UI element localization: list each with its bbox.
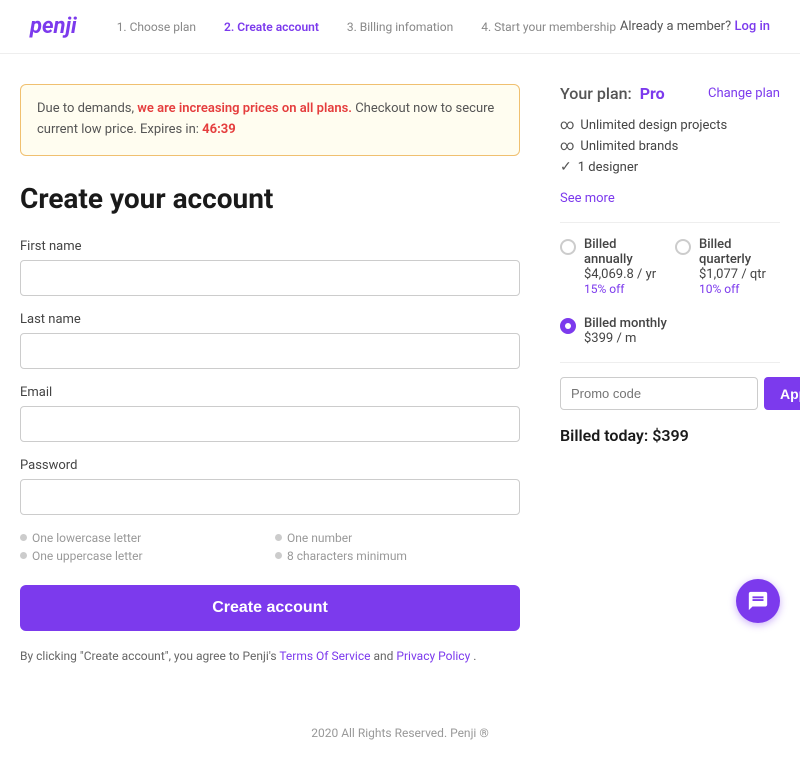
apply-button[interactable]: Apply xyxy=(764,377,800,410)
divider-2 xyxy=(560,362,780,363)
right-panel: Your plan: Pro Change plan ∞ Unlimited d… xyxy=(560,84,780,666)
plan-label: Your plan: xyxy=(560,84,632,103)
chat-icon xyxy=(747,590,769,612)
billing-quarterly-option[interactable]: Billed quarterly $1,077 / qtr 10% off xyxy=(675,237,780,296)
billing-quarterly-inner: Billed quarterly $1,077 / qtr 10% off xyxy=(699,237,780,296)
infinity-icon-1: ∞ xyxy=(560,117,574,133)
billing-annual-label: Billed annually xyxy=(584,237,665,267)
email-group: Email xyxy=(20,385,520,442)
radio-annual[interactable] xyxy=(560,239,576,255)
infinity-icon-2: ∞ xyxy=(560,138,574,154)
see-more-link[interactable]: See more xyxy=(560,191,780,206)
terms-link[interactable]: Terms Of Service xyxy=(279,649,370,663)
password-group: Password xyxy=(20,458,520,515)
hint-dot-1 xyxy=(20,534,27,541)
notice-expires: Expires in: xyxy=(140,122,199,137)
chat-bubble[interactable] xyxy=(736,579,780,623)
step-4: 4. Start your membership xyxy=(481,20,616,34)
hint-2: One number xyxy=(275,531,520,545)
first-name-group: First name xyxy=(20,239,520,296)
plan-features: ∞ Unlimited design projects ∞ Unlimited … xyxy=(560,117,780,175)
already-member: Already a member? Log in xyxy=(620,19,770,34)
billing-quarterly-label: Billed quarterly xyxy=(699,237,780,267)
plan-header: Your plan: Pro Change plan xyxy=(560,84,780,103)
notice-timer: 46:39 xyxy=(202,122,236,137)
billing-quarterly-price: $1,077 / qtr xyxy=(699,267,780,282)
hint-4: 8 characters minimum xyxy=(275,549,520,563)
hint-dot-3 xyxy=(20,552,27,559)
billing-annual-discount: 15% off xyxy=(584,282,665,296)
billing-monthly-inner: Billed monthly $399 / m xyxy=(584,316,667,346)
footer-text: 2020 All Rights Reserved. Penji ® xyxy=(0,696,800,760)
billed-today: Billed today: $399 xyxy=(560,426,780,445)
password-hints: One lowercase letter One number One uppe… xyxy=(20,531,520,563)
divider-1 xyxy=(560,222,780,223)
log-in-link[interactable]: Log in xyxy=(734,19,770,34)
header: penji 1. Choose plan 2. Create account 3… xyxy=(0,0,800,54)
step-3: 3. Billing infomation xyxy=(347,20,453,34)
radio-monthly[interactable] xyxy=(560,318,576,334)
billing-monthly-label: Billed monthly xyxy=(584,316,667,331)
create-account-button[interactable]: Create account xyxy=(20,585,520,631)
password-label: Password xyxy=(20,458,520,473)
logo: penji xyxy=(30,14,77,39)
hint-dot-4 xyxy=(275,552,282,559)
first-name-input[interactable] xyxy=(20,260,520,296)
check-icon: ✓ xyxy=(560,159,572,175)
feature-2: ∞ Unlimited brands xyxy=(560,138,780,154)
radio-quarterly[interactable] xyxy=(675,239,691,255)
email-label: Email xyxy=(20,385,520,400)
left-panel: Due to demands, we are increasing prices… xyxy=(20,84,520,666)
billing-quarterly[interactable]: Billed quarterly $1,077 / qtr 10% off xyxy=(675,237,780,296)
billing-quarterly-discount: 10% off xyxy=(699,282,780,296)
billing-annual-inner: Billed annually $4,069.8 / yr 15% off xyxy=(584,237,665,296)
step-1: 1. Choose plan xyxy=(117,20,196,34)
password-input[interactable] xyxy=(20,479,520,515)
notice-box: Due to demands, we are increasing prices… xyxy=(20,84,520,156)
footer: 2020 All Rights Reserved. Penji ® xyxy=(0,696,800,760)
email-input[interactable] xyxy=(20,406,520,442)
hint-3: One uppercase letter xyxy=(20,549,265,563)
billing-options: Billed annually $4,069.8 / yr 15% off Bi… xyxy=(560,237,780,346)
first-name-label: First name xyxy=(20,239,520,254)
last-name-label: Last name xyxy=(20,312,520,327)
billing-monthly-option[interactable]: Billed monthly $399 / m xyxy=(560,316,780,346)
billing-annual-option[interactable]: Billed annually $4,069.8 / yr 15% off xyxy=(560,237,665,296)
last-name-group: Last name xyxy=(20,312,520,369)
terms-text: By clicking "Create account", you agree … xyxy=(20,647,520,666)
hint-dot-2 xyxy=(275,534,282,541)
billing-top-row: Billed annually $4,069.8 / yr 15% off Bi… xyxy=(560,237,780,296)
billing-annual[interactable]: Billed annually $4,069.8 / yr 15% off xyxy=(560,237,665,296)
steps-nav: 1. Choose plan 2. Create account 3. Bill… xyxy=(117,20,620,34)
promo-row: Apply xyxy=(560,377,780,410)
notice-highlight: we are increasing prices on all plans. xyxy=(137,101,352,116)
step-2: 2. Create account xyxy=(224,20,319,34)
hint-1: One lowercase letter xyxy=(20,531,265,545)
form-title: Create your account xyxy=(20,182,520,215)
billing-monthly-price: $399 / m xyxy=(584,331,667,346)
billing-annual-price: $4,069.8 / yr xyxy=(584,267,665,282)
billed-amount: $399 xyxy=(652,426,689,445)
last-name-input[interactable] xyxy=(20,333,520,369)
feature-3: ✓ 1 designer xyxy=(560,159,780,175)
promo-input[interactable] xyxy=(560,377,758,410)
notice-text-before: Due to demands, xyxy=(37,101,134,116)
privacy-link[interactable]: Privacy Policy xyxy=(396,649,470,663)
main-content: Due to demands, we are increasing prices… xyxy=(0,54,800,696)
plan-name: Pro xyxy=(640,84,665,103)
feature-1: ∞ Unlimited design projects xyxy=(560,117,780,133)
change-plan-link[interactable]: Change plan xyxy=(708,86,780,101)
